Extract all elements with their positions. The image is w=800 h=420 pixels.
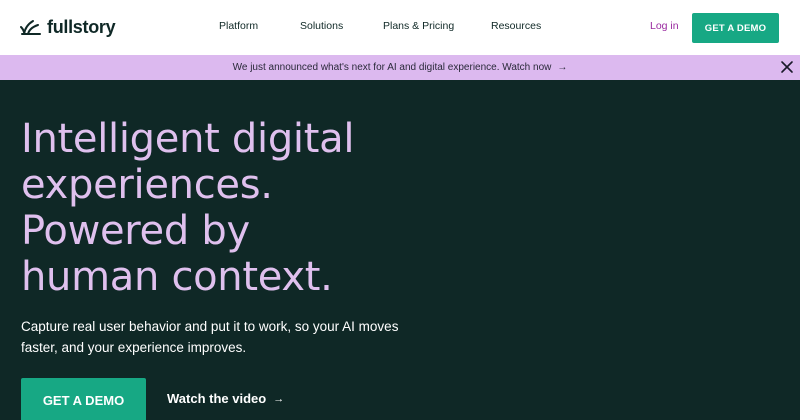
headline-line-2: experiences.	[21, 162, 273, 208]
hero-headline: Intelligent digital experiences. Powered…	[21, 116, 441, 300]
logo-text: fullstory	[47, 16, 116, 37]
watch-video-label: Watch the video	[167, 391, 267, 406]
headline-line-4: human context.	[21, 254, 333, 300]
nav-platform[interactable]: Platform	[219, 20, 258, 32]
arrow-right-icon: →	[557, 62, 568, 73]
hero-section: Intelligent digital experiences. Powered…	[0, 80, 800, 420]
arrow-right-icon: →	[273, 392, 285, 405]
nav-plans-pricing[interactable]: Plans & Pricing	[383, 20, 454, 32]
nav-resources[interactable]: Resources	[491, 20, 541, 32]
watch-video-link[interactable]: Watch the video →	[167, 391, 284, 406]
headline-line-3: Powered by	[21, 208, 250, 254]
nav-solutions[interactable]: Solutions	[300, 20, 343, 32]
fullstory-logo[interactable]: fullstory	[20, 15, 116, 39]
get-demo-button-header[interactable]: GET A DEMO	[692, 13, 779, 43]
announcement-banner: We just announced what's next for AI and…	[0, 55, 800, 80]
top-navigation: fullstory Platform Solutions Plans & Pri…	[0, 0, 800, 55]
login-link[interactable]: Log in	[650, 20, 679, 32]
hero-subtext: Capture real user behavior and put it to…	[21, 319, 399, 355]
announcement-text: We just announced what's next for AI and…	[232, 62, 552, 73]
get-demo-button-hero[interactable]: GET A DEMO	[21, 378, 146, 420]
fullstory-logo-icon	[20, 20, 41, 35]
announcement-link[interactable]: We just announced what's next for AI and…	[0, 55, 800, 80]
close-icon[interactable]	[780, 60, 794, 74]
headline-line-1: Intelligent digital	[21, 116, 355, 162]
